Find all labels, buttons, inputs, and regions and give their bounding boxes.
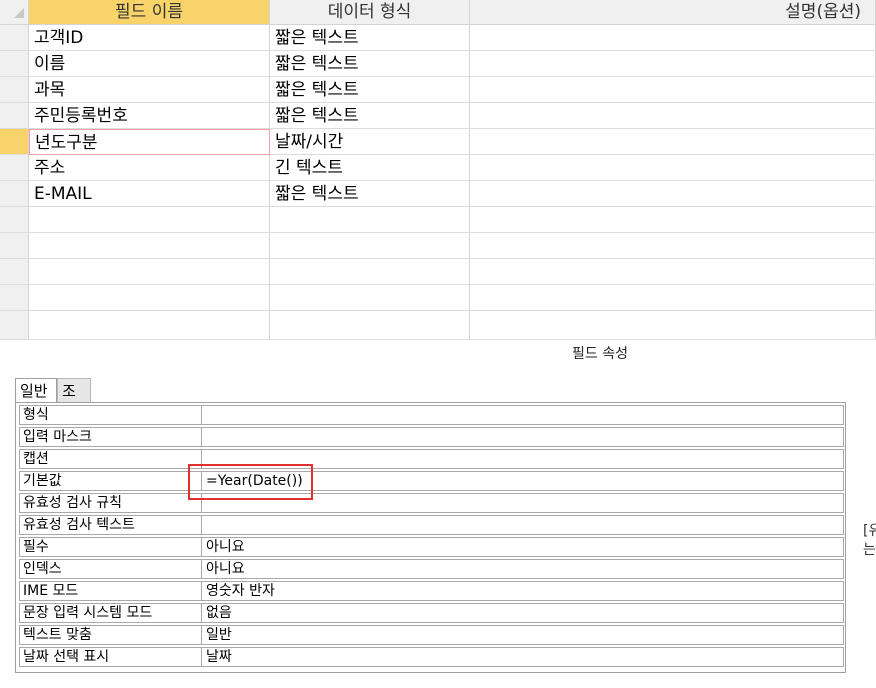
row-selector[interactable] [0, 155, 29, 181]
empty-field-name-cell[interactable] [29, 285, 270, 311]
empty-description-cell[interactable] [470, 311, 876, 340]
field-name-cell-editing[interactable]: 년도구분 [29, 129, 270, 155]
table-design-grid: 필드 이름 데이터 형식 설명(옵션) 고객ID 짧은 텍스트 이름 짧은 텍스… [0, 0, 876, 340]
property-label: 유효성 검사 규칙 [20, 494, 202, 512]
empty-data-type-cell[interactable] [270, 259, 470, 285]
property-row-show-date-picker[interactable]: 날짜 선택 표시 날짜 [19, 647, 844, 667]
property-value-input[interactable] [202, 428, 842, 446]
property-row-caption[interactable]: 캡션 [19, 449, 844, 469]
data-type-cell[interactable]: 날짜/시간 [270, 129, 470, 155]
data-type-cell[interactable]: 긴 텍스트 [270, 155, 470, 181]
data-type-header-label: 데이터 형식 [327, 2, 412, 22]
row-selector[interactable] [0, 77, 29, 103]
property-value-input[interactable]: 없음 [202, 604, 842, 622]
empty-description-cell[interactable] [470, 233, 876, 259]
property-row-text-align[interactable]: 텍스트 맞춤 일반 [19, 625, 844, 645]
property-label: 형식 [20, 406, 202, 424]
property-value-input[interactable]: 일반 [202, 626, 842, 644]
field-name-cell[interactable]: 과목 [29, 77, 270, 103]
property-value-input[interactable]: 영숫자 반자 [202, 582, 842, 600]
property-value-input[interactable]: 아니요 [202, 560, 842, 578]
select-all-corner[interactable] [0, 0, 29, 25]
row-selector[interactable] [0, 207, 29, 233]
field-name-cell[interactable]: 주소 [29, 155, 270, 181]
property-row-input-mask[interactable]: 입력 마스크 [19, 427, 844, 447]
property-label: 문장 입력 시스템 모드 [20, 604, 202, 622]
row-selector[interactable] [0, 233, 29, 259]
property-row-ime-mode[interactable]: IME 모드 영숫자 반자 [19, 581, 844, 601]
data-type-cell[interactable]: 짧은 텍스트 [270, 77, 470, 103]
empty-data-type-cell[interactable] [270, 233, 470, 259]
description-cell[interactable] [470, 103, 876, 129]
field-name-cell[interactable]: 이름 [29, 51, 270, 77]
tab-lookup[interactable]: 조회 [57, 378, 91, 424]
property-label: 날짜 선택 표시 [20, 648, 202, 666]
property-sheet: 형식 입력 마스크 캡션 기본값 =Year(Date()) 유효성 검사 규칙… [15, 402, 846, 673]
property-value-input[interactable] [202, 516, 842, 534]
row-selector[interactable] [0, 51, 29, 77]
field-name-cell[interactable]: 주민등록번호 [29, 103, 270, 129]
empty-data-type-cell[interactable] [270, 207, 470, 233]
property-row-validation-rule[interactable]: 유효성 검사 규칙 [19, 493, 844, 513]
empty-description-cell[interactable] [470, 285, 876, 311]
row-selector[interactable] [0, 25, 29, 51]
property-label: IME 모드 [20, 582, 202, 600]
row-selector-current[interactable] [0, 129, 29, 155]
field-properties-title: 필드 속성 [572, 346, 628, 362]
help-text-fragment: 는 [863, 542, 876, 558]
corner-triangle-icon [14, 8, 24, 18]
property-row-indexed[interactable]: 인덱스 아니요 [19, 559, 844, 579]
property-label: 필수 [20, 538, 202, 556]
property-row-required[interactable]: 필수 아니요 [19, 537, 844, 557]
column-header-description[interactable]: 설명(옵션) [470, 0, 876, 25]
property-value-input[interactable]: 날짜 [202, 648, 842, 666]
property-label: 기본값 [20, 472, 202, 490]
default-value-input[interactable]: =Year(Date()) [202, 472, 842, 490]
property-value-input[interactable] [202, 494, 842, 512]
field-name-cell[interactable]: 고객ID [29, 25, 270, 51]
property-row-format[interactable]: 형식 [19, 405, 844, 425]
empty-field-name-cell[interactable] [29, 259, 270, 285]
column-header-data-type[interactable]: 데이터 형식 [270, 0, 470, 25]
field-name-cell[interactable]: E-MAIL [29, 181, 270, 207]
property-label: 유효성 검사 텍스트 [20, 516, 202, 534]
empty-description-cell[interactable] [470, 207, 876, 233]
description-cell[interactable] [470, 51, 876, 77]
property-value-input[interactable] [202, 406, 842, 424]
description-header-label: 설명(옵션) [785, 2, 861, 22]
empty-field-name-cell[interactable] [29, 207, 270, 233]
description-cell[interactable] [470, 155, 876, 181]
data-type-cell[interactable]: 짧은 텍스트 [270, 103, 470, 129]
empty-description-cell[interactable] [470, 259, 876, 285]
field-name-header-label: 필드 이름 [115, 2, 183, 22]
description-cell[interactable] [470, 25, 876, 51]
property-label: 인덱스 [20, 560, 202, 578]
empty-data-type-cell[interactable] [270, 311, 470, 340]
row-selector[interactable] [0, 181, 29, 207]
property-value-input[interactable]: 아니요 [202, 538, 842, 556]
column-header-field-name[interactable]: 필드 이름 [29, 0, 270, 25]
row-selector[interactable] [0, 285, 29, 311]
tab-general[interactable]: 일반 [15, 378, 57, 402]
data-type-cell[interactable]: 짧은 텍스트 [270, 25, 470, 51]
description-cell[interactable] [470, 129, 876, 155]
property-label: 입력 마스크 [20, 428, 202, 446]
row-selector[interactable] [0, 259, 29, 285]
property-row-validation-text[interactable]: 유효성 검사 텍스트 [19, 515, 844, 535]
description-cell[interactable] [470, 77, 876, 103]
empty-field-name-cell[interactable] [29, 233, 270, 259]
description-cell[interactable] [470, 181, 876, 207]
empty-data-type-cell[interactable] [270, 285, 470, 311]
property-label: 캡션 [20, 450, 202, 468]
data-type-cell[interactable]: 짧은 텍스트 [270, 51, 470, 77]
empty-field-name-cell[interactable] [29, 311, 270, 340]
row-selector[interactable] [0, 311, 29, 340]
property-row-ime-sentence-mode[interactable]: 문장 입력 시스템 모드 없음 [19, 603, 844, 623]
property-label: 텍스트 맞춤 [20, 626, 202, 644]
row-selector[interactable] [0, 103, 29, 129]
property-value-input[interactable] [202, 450, 842, 468]
property-row-default-value[interactable]: 기본값 =Year(Date()) [19, 471, 844, 491]
help-text-fragment: [유 [863, 523, 876, 539]
data-type-cell[interactable]: 짧은 텍스트 [270, 181, 470, 207]
